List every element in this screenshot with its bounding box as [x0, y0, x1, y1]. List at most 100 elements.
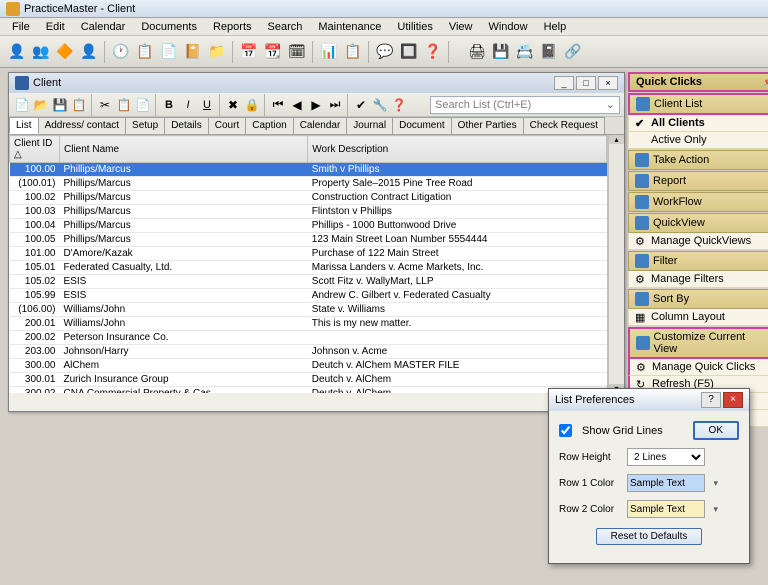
column-header[interactable]: Work Description — [308, 136, 607, 163]
italic-icon[interactable]: I — [179, 96, 197, 114]
tab-calendar[interactable]: Calendar — [293, 117, 348, 134]
toolbar-btn[interactable]: 📇 — [514, 41, 536, 63]
menu-search[interactable]: Search — [260, 21, 311, 33]
open-icon[interactable]: 📂 — [32, 96, 50, 114]
tab-journal[interactable]: Journal — [346, 117, 393, 134]
toolbar-btn[interactable]: 📋 — [134, 41, 156, 63]
qc-item[interactable]: ✔All Clients — [628, 115, 768, 132]
toolbar-btn[interactable]: 📓 — [538, 41, 560, 63]
table-row[interactable]: 300.00AlChemDeutch v. AlChem MASTER FILE — [10, 359, 607, 373]
table-row[interactable]: 300.02CNA Commercial Property & CasDeutc… — [10, 387, 607, 394]
table-row[interactable]: (100.01)Phillips/MarcusProperty Sale–201… — [10, 177, 607, 191]
qc-section-workflow[interactable]: WorkFlow⌵ — [628, 192, 768, 212]
qc-item[interactable]: ⚙Manage QuickViews — [628, 233, 768, 250]
qc-item[interactable]: ▦Column Layout — [628, 309, 768, 326]
toolbar-btn[interactable]: 👤 — [78, 41, 100, 63]
table-row[interactable]: 100.05Phillips/Marcus123 Main Street Loa… — [10, 233, 607, 247]
toolbar-btn[interactable]: 👥 — [30, 41, 52, 63]
tab-other-parties[interactable]: Other Parties — [451, 117, 524, 134]
copy-icon[interactable]: 📋 — [70, 96, 88, 114]
qc-section-take-action[interactable]: Take Action⌵ — [628, 150, 768, 170]
toolbar-btn[interactable]: 📋 — [342, 41, 364, 63]
menu-maintenance[interactable]: Maintenance — [310, 21, 389, 33]
tab-court[interactable]: Court — [208, 117, 246, 134]
table-row[interactable]: 203.00Johnson/HarryJohnson v. Acme — [10, 345, 607, 359]
table-row[interactable]: 100.03Phillips/MarcusFlintston v Phillip… — [10, 205, 607, 219]
toolbar-btn[interactable]: 📊 — [318, 41, 340, 63]
scrollbar[interactable] — [608, 135, 624, 393]
save-icon[interactable]: 💾 — [51, 96, 69, 114]
table-row[interactable]: 200.01Williams/JohnThis is my new matter… — [10, 317, 607, 331]
menu-file[interactable]: File — [4, 21, 38, 33]
check-icon[interactable]: ✔ — [352, 96, 370, 114]
tab-list[interactable]: List — [9, 117, 39, 134]
qc-section-client-list[interactable]: Client List⌵ — [628, 93, 768, 115]
toolbar-btn[interactable]: 🖨 — [466, 41, 488, 63]
toolbar-btn[interactable]: 📄 — [158, 41, 180, 63]
menu-documents[interactable]: Documents — [133, 21, 205, 33]
qc-item[interactable]: ⚙Manage Quick Clicks — [628, 359, 768, 376]
menu-window[interactable]: Window — [480, 21, 535, 33]
menu-help[interactable]: Help — [536, 21, 575, 33]
menu-edit[interactable]: Edit — [38, 21, 73, 33]
toolbar-btn[interactable]: 🗓 — [286, 41, 308, 63]
qc-section-report[interactable]: Report⌵ — [628, 171, 768, 191]
toolbar-btn[interactable]: 👤 — [6, 41, 28, 63]
toolbar-btn[interactable]: 📅 — [238, 41, 260, 63]
prev-icon[interactable]: ◀ — [288, 96, 306, 114]
underline-icon[interactable]: U — [198, 96, 216, 114]
quick-clicks-header[interactable]: Quick Clicks 📌 — [628, 72, 768, 92]
bold-icon[interactable]: B — [160, 96, 178, 114]
table-row[interactable]: 100.02Phillips/MarcusConstruction Contra… — [10, 191, 607, 205]
paste-icon[interactable]: 📋 — [115, 96, 133, 114]
first-icon[interactable]: ⏮ — [269, 96, 287, 114]
table-row[interactable]: 105.99ESISAndrew C. Gilbert v. Federated… — [10, 289, 607, 303]
row2-color-swatch[interactable]: Sample Text — [627, 500, 705, 518]
column-header[interactable]: Client ID △ — [10, 136, 60, 163]
close-button[interactable]: × — [598, 76, 618, 90]
tab-setup[interactable]: Setup — [125, 117, 165, 134]
tab-details[interactable]: Details — [164, 117, 209, 134]
menu-view[interactable]: View — [441, 21, 481, 33]
toolbar-btn[interactable]: 🔶 — [54, 41, 76, 63]
toolbar-btn[interactable]: 💬 — [374, 41, 396, 63]
menu-calendar[interactable]: Calendar — [73, 21, 134, 33]
ok-button[interactable]: OK — [693, 421, 739, 440]
qc-section-quickview[interactable]: QuickView⌵ — [628, 213, 768, 233]
maximize-button[interactable]: □ — [576, 76, 596, 90]
toolbar-btn[interactable]: 📆 — [262, 41, 284, 63]
toolbar-btn[interactable]: 💾 — [490, 41, 512, 63]
toolbar-btn[interactable]: 🕐 — [110, 41, 132, 63]
reset-button[interactable]: Reset to Defaults — [596, 528, 703, 545]
tab-caption[interactable]: Caption — [245, 117, 293, 134]
delete-icon[interactable]: ✖ — [224, 96, 242, 114]
new-icon[interactable]: 📄 — [13, 96, 31, 114]
help-icon[interactable]: ❓ — [422, 41, 444, 63]
table-row[interactable]: 200.02Peterson Insurance Co. — [10, 331, 607, 345]
table-row[interactable]: 101.00D'Amore/KazakPurchase of 122 Main … — [10, 247, 607, 261]
tab-address-contact[interactable]: Address/ contact — [38, 117, 126, 134]
lock-icon[interactable]: 🔒 — [243, 96, 261, 114]
toolbar-btn[interactable]: 📁 — [206, 41, 228, 63]
qc-item[interactable]: Active Only — [628, 132, 768, 149]
tab-document[interactable]: Document — [392, 117, 452, 134]
qc-section-sort-by[interactable]: Sort By⌵ — [628, 289, 768, 309]
qc-section-filter[interactable]: Filter⌵ — [628, 251, 768, 271]
show-grid-checkbox[interactable] — [559, 424, 572, 437]
help-icon[interactable]: ❓ — [390, 96, 408, 114]
table-row[interactable]: 105.02ESISScott Fitz v. WallyMart, LLP — [10, 275, 607, 289]
table-row[interactable]: 100.00Phillips/MarcusSmith v Phillips — [10, 163, 607, 177]
toolbar-btn[interactable]: 🔲 — [398, 41, 420, 63]
menu-reports[interactable]: Reports — [205, 21, 260, 33]
tab-check-request[interactable]: Check Request — [523, 117, 605, 134]
next-icon[interactable]: ▶ — [307, 96, 325, 114]
table-row[interactable]: 100.04Phillips/MarcusPhillips - 1000 But… — [10, 219, 607, 233]
table-row[interactable]: 105.01Federated Casualty, Ltd.Marissa La… — [10, 261, 607, 275]
qc-item[interactable]: ⚙Manage Filters — [628, 271, 768, 288]
row1-color-swatch[interactable]: Sample Text — [627, 474, 705, 492]
tool-icon[interactable]: 🔧 — [371, 96, 389, 114]
qc-section-customize-current-view[interactable]: Customize Current View⌵ — [628, 327, 768, 359]
last-icon[interactable]: ⏭ — [326, 96, 344, 114]
doc-icon[interactable]: 📄 — [134, 96, 152, 114]
row-height-select[interactable]: 2 Lines — [627, 448, 705, 466]
